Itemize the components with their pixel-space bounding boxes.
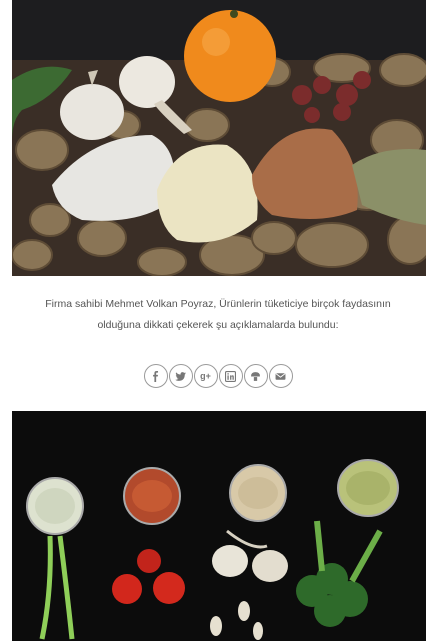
facebook-share-button[interactable] [143,364,168,388]
twitter-share-button[interactable] [168,364,193,388]
product-photo-bottom [12,411,426,641]
product-photo-top [12,0,426,276]
google-plus-icon: g+ [200,371,211,381]
article-caption: Firma sahibi Mehmet Volkan Poyraz, Ürünl… [45,298,391,331]
email-share-button[interactable] [268,364,293,388]
stumbleupon-share-button[interactable] [243,364,268,388]
email-icon [275,372,286,380]
linkedin-icon [225,370,236,382]
linkedin-share-button[interactable] [218,364,243,388]
facebook-icon [153,370,159,382]
stumbleupon-icon [251,371,260,381]
google-plus-share-button[interactable]: g+ [193,364,218,388]
twitter-icon [175,371,186,381]
social-share-bar: g+ [0,364,436,388]
